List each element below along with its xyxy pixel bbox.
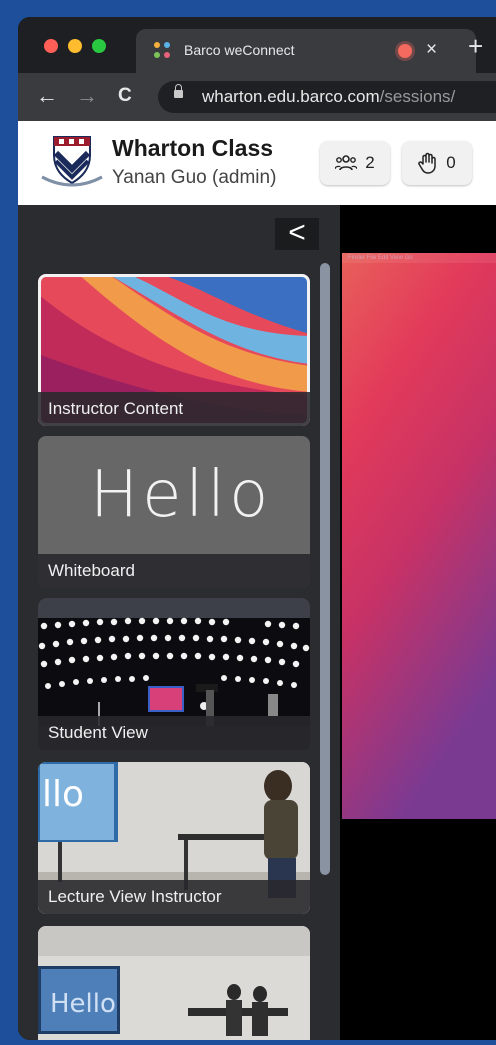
collapse-sidebar-button[interactable]: <	[275, 218, 319, 250]
browser-window: Barco weConnect × + ← → C wharton.edu.ba…	[18, 17, 496, 1040]
lock-icon	[174, 84, 183, 98]
raised-hand-icon	[418, 152, 437, 174]
source-card-student-view[interactable]: Student View	[38, 598, 310, 750]
participants-icon	[335, 155, 358, 171]
tab-title: Barco weConnect	[184, 42, 295, 58]
close-window-button[interactable]	[44, 39, 58, 53]
source-card-partial[interactable]: Hello	[38, 926, 310, 1040]
raise-hand-button[interactable]: 0	[402, 141, 472, 185]
source-card-whiteboard[interactable]: Hello Whiteboard	[38, 436, 310, 588]
shared-screen-wallpaper	[342, 253, 496, 819]
url-text: wharton.edu.barco.com/sessions/	[202, 87, 456, 106]
app-header: Wharton Class Yanan Guo (admin) 2 0	[18, 121, 496, 205]
hands-raised-count: 0	[446, 153, 456, 172]
svg-text:llo: llo	[42, 774, 84, 815]
class-title: Wharton Class	[112, 135, 274, 161]
participants-button[interactable]: 2	[320, 141, 390, 185]
reload-button[interactable]: C	[118, 83, 132, 109]
minimize-window-button[interactable]	[68, 39, 82, 53]
back-button[interactable]: ←	[36, 83, 58, 109]
address-bar[interactable]: wharton.edu.barco.com/sessions/	[158, 81, 496, 113]
wharton-logo	[41, 136, 103, 187]
tab-strip: Barco weConnect × +	[18, 17, 496, 73]
shared-screen-view[interactable]: Finder File Edit View Go	[342, 253, 496, 819]
browser-toolbar: ← → C wharton.edu.barco.com/sessions/	[18, 73, 496, 121]
shared-screen-menu-bar: Finder File Edit View Go	[342, 253, 496, 263]
whiteboard-handwriting: Hello	[90, 458, 273, 532]
recording-indicator-icon	[398, 44, 412, 58]
room-camera-thumbnail: Hello	[38, 926, 310, 1040]
card-label: Whiteboard	[38, 554, 310, 588]
forward-button[interactable]: →	[76, 83, 98, 109]
source-card-lecture-view-instructor[interactable]: llo Lecture View Instructor	[38, 762, 310, 914]
browser-tab-active[interactable]: Barco weConnect ×	[136, 29, 476, 73]
source-card-instructor-content[interactable]: Instructor Content	[38, 274, 310, 426]
user-name: Yanan Guo (admin)	[112, 167, 277, 188]
zoom-window-button[interactable]	[92, 39, 106, 53]
participants-count: 2	[365, 153, 375, 172]
card-label: Instructor Content	[38, 392, 310, 426]
tab-close-button[interactable]: ×	[426, 39, 437, 61]
card-label: Student View	[38, 716, 310, 750]
card-label: Lecture View Instructor	[38, 880, 310, 914]
new-tab-button[interactable]: +	[468, 33, 483, 59]
svg-text:Hello: Hello	[50, 989, 116, 1019]
barco-favicon-icon	[154, 42, 172, 60]
sources-sidebar: < Instructor Content Hello Whiteboard St…	[18, 205, 340, 1040]
sidebar-scrollbar[interactable]	[320, 263, 330, 875]
